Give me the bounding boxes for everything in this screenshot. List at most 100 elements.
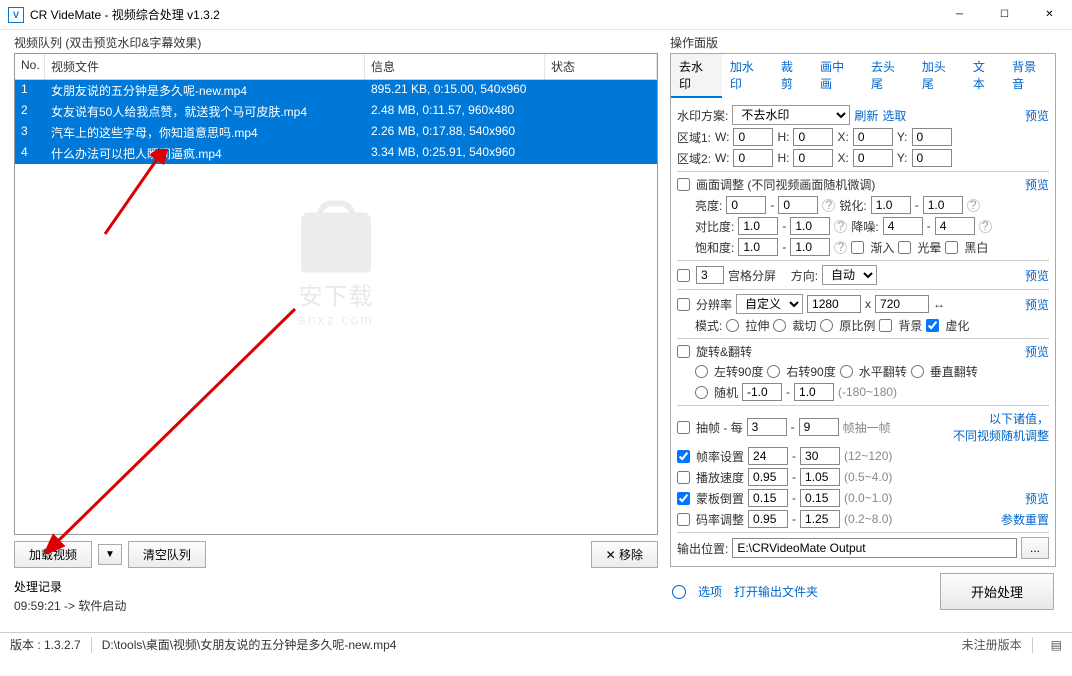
glow-checkbox[interactable] xyxy=(898,241,911,254)
table-row[interactable]: 4 什么办法可以把人瞬间逼疯.mp4 3.34 MB, 0:25.91, 540… xyxy=(15,143,657,164)
clear-queue-button[interactable]: 清空队列 xyxy=(128,541,206,568)
contrast-max-input[interactable] xyxy=(790,217,830,235)
fps-checkbox[interactable] xyxy=(677,450,690,463)
options-link[interactable]: 选项 xyxy=(698,583,722,600)
grid-checkbox[interactable] xyxy=(677,269,690,282)
mask-max-input[interactable] xyxy=(800,489,840,507)
area1-x-input[interactable] xyxy=(853,128,893,146)
mode-stretch-radio[interactable] xyxy=(726,319,739,332)
rate-max-input[interactable] xyxy=(800,510,840,528)
res-checkbox[interactable] xyxy=(677,298,690,311)
rot-hflip-radio[interactable] xyxy=(840,365,853,378)
tab-add-watermark[interactable]: 加水印 xyxy=(722,54,773,98)
rate-min-input[interactable] xyxy=(748,510,788,528)
rotate-checkbox[interactable] xyxy=(677,345,690,358)
speed-min-input[interactable] xyxy=(748,468,788,486)
sharp-max-input[interactable] xyxy=(923,196,963,214)
help-icon[interactable]: ? xyxy=(967,199,980,212)
add-video-dropdown[interactable]: ▼ xyxy=(98,544,122,565)
table-row[interactable]: 2 女友说有50人给我点赞，就送我个马可皮肤.mp4 2.48 MB, 0:11… xyxy=(15,101,657,122)
fps-min-input[interactable] xyxy=(748,447,788,465)
res-w-input[interactable] xyxy=(807,295,861,313)
contrast-min-input[interactable] xyxy=(738,217,778,235)
maximize-button[interactable]: ☐ xyxy=(982,0,1027,30)
grid-count-input[interactable] xyxy=(696,266,724,284)
minimize-button[interactable]: ─ xyxy=(937,0,982,30)
sharp-min-input[interactable] xyxy=(871,196,911,214)
adjust-checkbox[interactable] xyxy=(677,178,690,191)
noise-max-input[interactable] xyxy=(935,217,975,235)
rot-r90-radio[interactable] xyxy=(767,365,780,378)
output-path-input[interactable] xyxy=(732,538,1017,558)
mask-checkbox[interactable] xyxy=(677,492,690,505)
rot-vflip-radio[interactable] xyxy=(911,365,924,378)
wm-scheme-select[interactable]: 不去水印 xyxy=(732,105,850,125)
bg-checkbox[interactable] xyxy=(879,319,892,332)
help-icon[interactable]: ? xyxy=(979,220,992,233)
start-process-button[interactable]: 开始处理 xyxy=(940,573,1054,610)
remove-button[interactable]: ✕ 移除 xyxy=(591,541,658,568)
video-list[interactable]: No. 视频文件 信息 状态 1 女朋友说的五分钟是多久呢-new.mp4 89… xyxy=(14,53,658,535)
browse-output-button[interactable]: ... xyxy=(1021,537,1049,559)
drop-min-input[interactable] xyxy=(747,418,787,436)
mode-crop-radio[interactable] xyxy=(773,319,786,332)
area2-w-input[interactable] xyxy=(733,149,773,167)
area1-h-input[interactable] xyxy=(793,128,833,146)
adjust-preview-link[interactable]: 预览 xyxy=(1025,176,1049,193)
tab-pip[interactable]: 画中画 xyxy=(812,54,863,98)
dropframe-checkbox[interactable] xyxy=(677,421,690,434)
bright-min-input[interactable] xyxy=(726,196,766,214)
table-row[interactable]: 3 汽车上的这些字母，你知道意思吗.mp4 2.26 MB, 0:17.88, … xyxy=(15,122,657,143)
col-file[interactable]: 视频文件 xyxy=(45,54,365,79)
tab-text[interactable]: 文本 xyxy=(965,54,1004,98)
sat-max-input[interactable] xyxy=(790,238,830,256)
rot-rand-radio[interactable] xyxy=(695,386,708,399)
close-button[interactable]: ✕ xyxy=(1027,0,1072,30)
tab-remove-watermark[interactable]: 去水印 xyxy=(671,54,722,98)
col-status[interactable]: 状态 xyxy=(545,54,657,79)
area2-h-input[interactable] xyxy=(793,149,833,167)
bw-checkbox[interactable] xyxy=(945,241,958,254)
tab-bgm[interactable]: 背景音 xyxy=(1004,54,1055,98)
area2-y-input[interactable] xyxy=(912,149,952,167)
wm-preview-link[interactable]: 预览 xyxy=(1025,107,1049,124)
col-info[interactable]: 信息 xyxy=(365,54,545,79)
res-h-input[interactable] xyxy=(875,295,929,313)
grid-dir-select[interactable]: 自动 xyxy=(822,265,877,285)
open-output-link[interactable]: 打开输出文件夹 xyxy=(734,583,818,600)
bright-max-input[interactable] xyxy=(778,196,818,214)
help-icon[interactable]: ? xyxy=(834,241,847,254)
table-row[interactable]: 1 女朋友说的五分钟是多久呢-new.mp4 895.21 KB, 0:15.0… xyxy=(15,80,657,101)
fade-in-checkbox[interactable] xyxy=(851,241,864,254)
fps-max-input[interactable] xyxy=(800,447,840,465)
area1-w-input[interactable] xyxy=(733,128,773,146)
swap-icon[interactable]: ↔ xyxy=(933,297,945,311)
sat-min-input[interactable] xyxy=(738,238,778,256)
res-preview-link[interactable]: 预览 xyxy=(1025,296,1049,313)
tab-trim-head[interactable]: 去头尾 xyxy=(863,54,914,98)
blur-checkbox[interactable] xyxy=(926,319,939,332)
mode-orig-radio[interactable] xyxy=(820,319,833,332)
wm-select-link[interactable]: 选取 xyxy=(882,107,906,124)
grid-preview-link[interactable]: 预览 xyxy=(1025,267,1049,284)
drop-max-input[interactable] xyxy=(799,418,839,436)
rotate-preview-link[interactable]: 预览 xyxy=(1025,343,1049,360)
area1-y-input[interactable] xyxy=(912,128,952,146)
wm-refresh-link[interactable]: 刷新 xyxy=(854,107,878,124)
area2-x-input[interactable] xyxy=(853,149,893,167)
speed-max-input[interactable] xyxy=(800,468,840,486)
help-icon[interactable]: ? xyxy=(822,199,835,212)
speed-checkbox[interactable] xyxy=(677,471,690,484)
rot-min-input[interactable] xyxy=(742,383,782,401)
rot-max-input[interactable] xyxy=(794,383,834,401)
add-video-button[interactable]: 加载视频 xyxy=(14,541,92,568)
reset-params-link[interactable]: 参数重置 xyxy=(1001,511,1049,528)
bitrate-checkbox[interactable] xyxy=(677,513,690,526)
mask-min-input[interactable] xyxy=(748,489,788,507)
mask-preview-link[interactable]: 预览 xyxy=(1025,490,1049,507)
tab-crop[interactable]: 裁剪 xyxy=(773,54,812,98)
col-no[interactable]: No. xyxy=(15,54,45,79)
noise-min-input[interactable] xyxy=(883,217,923,235)
tab-add-head[interactable]: 加头尾 xyxy=(914,54,965,98)
rot-l90-radio[interactable] xyxy=(695,365,708,378)
